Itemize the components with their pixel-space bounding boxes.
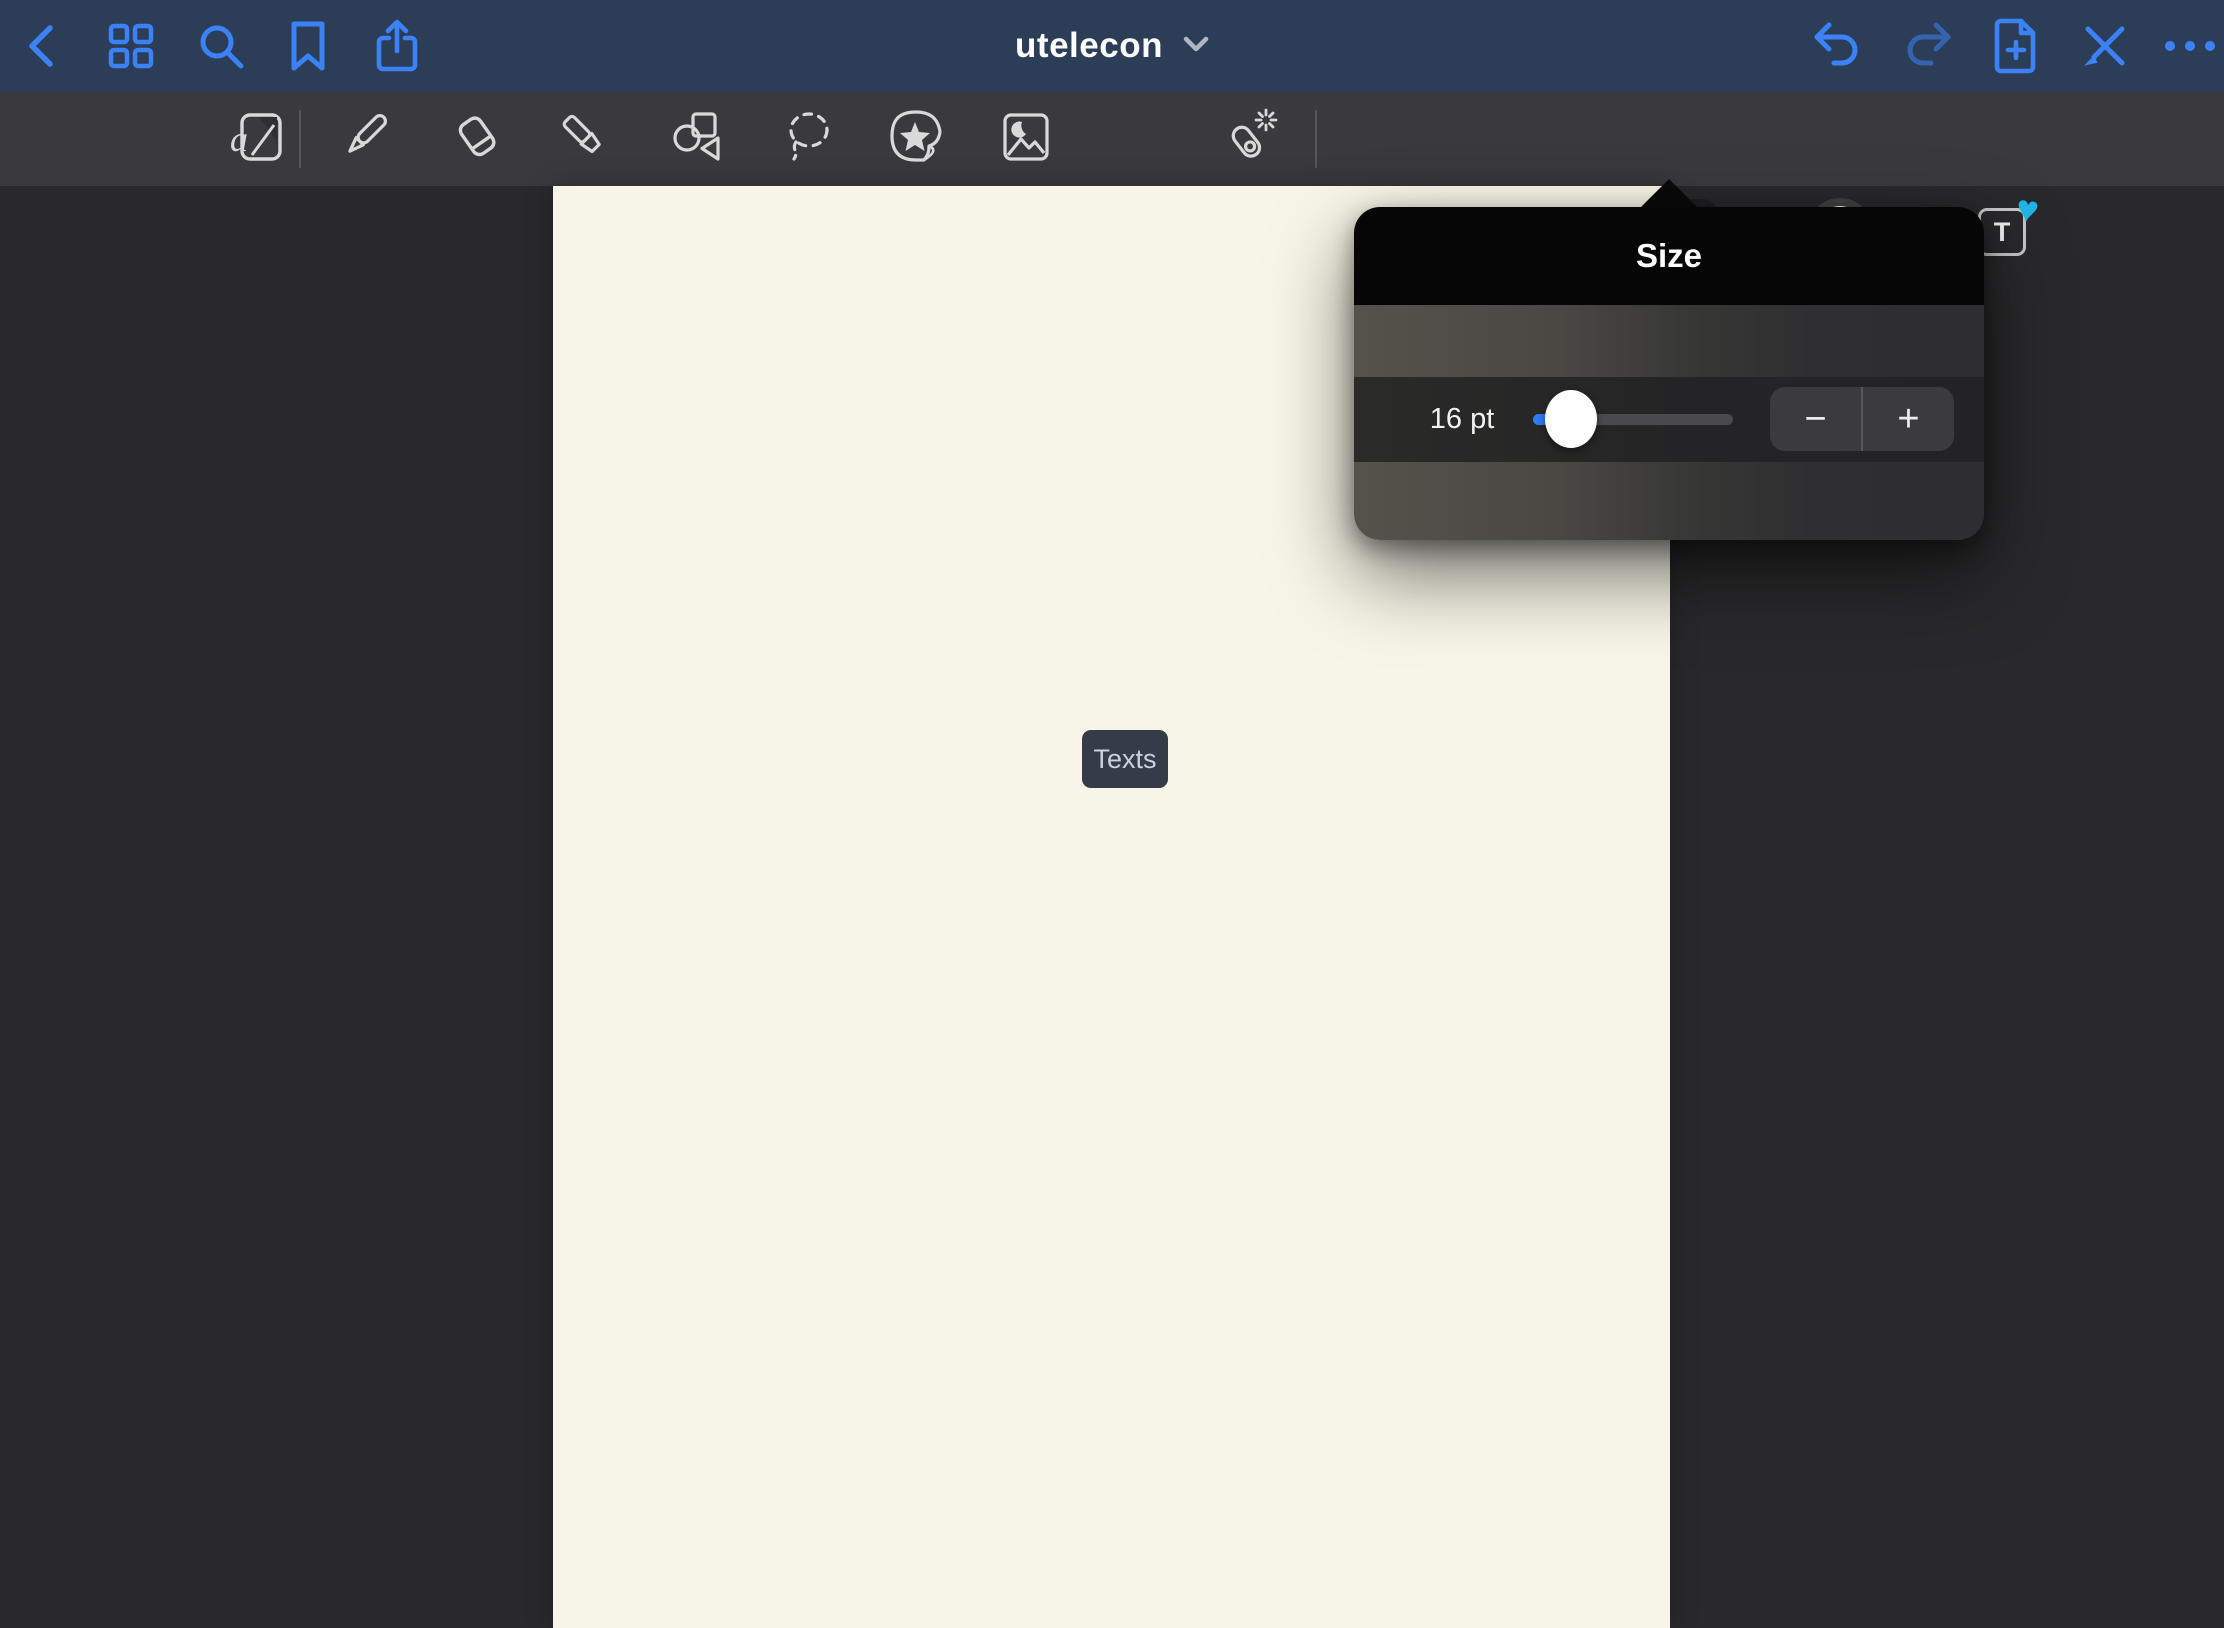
minus-icon: − bbox=[1804, 398, 1826, 441]
pen-tool-button[interactable] bbox=[333, 108, 395, 170]
popover-blur-row-top bbox=[1354, 305, 1984, 377]
text-object-label: Texts bbox=[1093, 744, 1156, 775]
bookmark-icon bbox=[286, 18, 330, 74]
toolbar-separator bbox=[299, 110, 301, 168]
laser-pointer-icon bbox=[1218, 106, 1280, 173]
size-value-label: 16 pt bbox=[1414, 377, 1510, 462]
shapes-tool-button[interactable] bbox=[665, 108, 727, 170]
highlighter-icon bbox=[553, 106, 615, 173]
stickers-tool-button[interactable] bbox=[885, 108, 947, 170]
bookmark-button[interactable] bbox=[280, 18, 336, 74]
add-page-button[interactable] bbox=[1988, 18, 2044, 74]
reading-mode-icon: a bbox=[226, 109, 286, 170]
reading-mode-button[interactable]: a bbox=[225, 108, 287, 170]
size-popover-header: Size bbox=[1354, 207, 1984, 305]
image-icon bbox=[997, 109, 1055, 170]
size-stepper: − + bbox=[1770, 387, 1954, 451]
lasso-icon bbox=[779, 106, 839, 173]
size-slider[interactable] bbox=[1533, 377, 1733, 462]
share-button[interactable] bbox=[369, 18, 425, 74]
favorite-text-style-button[interactable]: T ♥ bbox=[1978, 208, 2026, 256]
more-ellipsis-icon bbox=[2162, 36, 2218, 56]
size-popover-title: Size bbox=[1636, 237, 1702, 275]
size-slider-row: 16 pt − + bbox=[1354, 377, 1984, 462]
stylus-toggle-button[interactable] bbox=[2077, 18, 2133, 74]
text-object[interactable]: Texts bbox=[1082, 730, 1168, 788]
redo-icon bbox=[1900, 21, 1954, 71]
redo-button[interactable] bbox=[1899, 18, 1955, 74]
favorite-style-T-glyph: T bbox=[1994, 219, 2011, 246]
heart-icon: ♥ bbox=[2014, 190, 2042, 231]
svg-text:a: a bbox=[230, 119, 248, 159]
share-icon bbox=[372, 17, 422, 75]
app-window: utelecon bbox=[0, 0, 2224, 1628]
pen-icon bbox=[334, 107, 394, 172]
undo-icon bbox=[1811, 21, 1865, 71]
popover-blur-row-bottom bbox=[1354, 462, 1984, 540]
size-popover: Size 16 pt − + bbox=[1354, 207, 1984, 540]
top-navigation-bar: utelecon bbox=[0, 0, 2224, 92]
search-button[interactable] bbox=[193, 18, 249, 74]
tool-bar: a bbox=[0, 92, 2224, 186]
eraser-tool-button[interactable] bbox=[446, 108, 508, 170]
decrease-size-button[interactable]: − bbox=[1770, 387, 1863, 451]
plus-icon: + bbox=[1897, 398, 1919, 441]
document-title-button[interactable]: utelecon bbox=[1015, 26, 1209, 66]
thumbnails-button[interactable] bbox=[103, 18, 159, 74]
back-icon bbox=[20, 18, 64, 74]
increase-size-button[interactable]: + bbox=[1863, 387, 1954, 451]
add-page-icon bbox=[1993, 17, 2039, 75]
highlighter-tool-button[interactable] bbox=[553, 108, 615, 170]
document-title: utelecon bbox=[1015, 26, 1163, 66]
stickers-icon bbox=[886, 108, 946, 171]
stylus-cross-icon bbox=[2078, 19, 2132, 73]
shapes-icon bbox=[665, 106, 727, 173]
eraser-icon bbox=[446, 106, 508, 173]
slider-thumb[interactable] bbox=[1545, 390, 1597, 448]
thumbnails-grid-icon bbox=[105, 20, 157, 72]
laser-pointer-button[interactable] bbox=[1218, 108, 1280, 170]
back-button[interactable] bbox=[14, 18, 70, 74]
undo-button[interactable] bbox=[1810, 18, 1866, 74]
toolbar-separator bbox=[1315, 110, 1317, 168]
more-button[interactable] bbox=[2162, 18, 2218, 74]
lasso-tool-button[interactable] bbox=[778, 108, 840, 170]
image-tool-button[interactable] bbox=[995, 108, 1057, 170]
popover-arrow bbox=[1640, 179, 1698, 208]
title-chevron-down-icon bbox=[1183, 35, 1209, 58]
search-icon bbox=[194, 19, 248, 73]
